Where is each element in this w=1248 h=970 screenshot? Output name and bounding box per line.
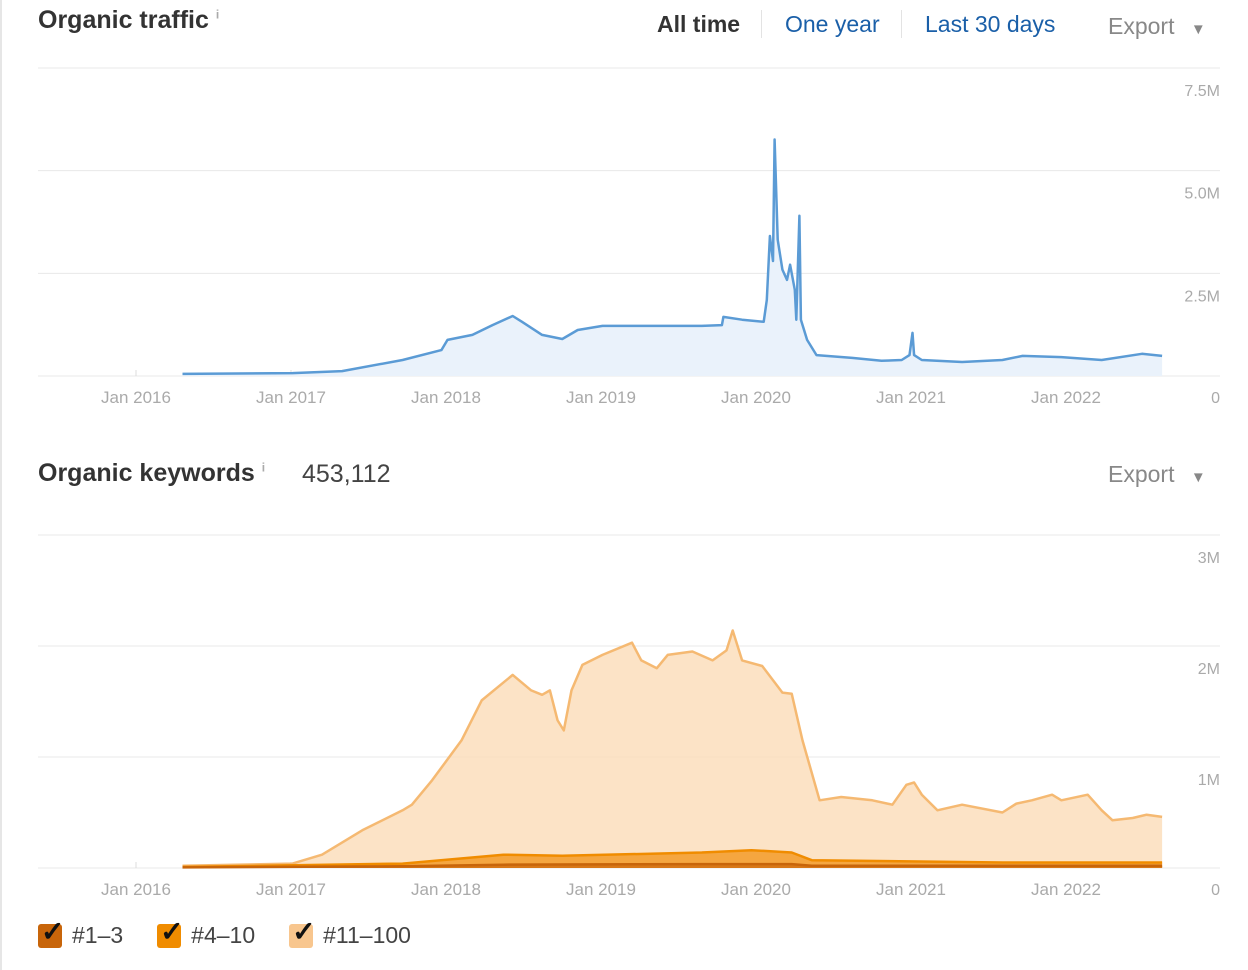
keywords-chart: 0 1M 2M 3M Jan 2016 Jan 2017 Jan 2018 Jan 2019 J…	[38, 534, 1220, 899]
y-tick-label: 0	[1211, 882, 1220, 899]
x-tick-label: Jan 2018	[411, 880, 481, 899]
legend-label: #11–100	[323, 922, 411, 948]
x-tick-label: Jan 2017	[256, 880, 326, 899]
y-tick-label: 1M	[1198, 772, 1220, 789]
legend-top-3[interactable]: #1–3	[38, 915, 124, 949]
legend-4-10[interactable]: #4–10	[157, 915, 256, 949]
legend-11-100[interactable]: #11–100	[289, 915, 411, 949]
series-area-0	[182, 630, 1163, 868]
legend-label: #4–10	[191, 922, 256, 948]
x-tick-label: Jan 2016	[101, 880, 171, 899]
checkbox-icon[interactable]	[289, 915, 316, 948]
x-tick-label: Jan 2022	[1031, 880, 1101, 899]
y-tick-label: 2M	[1198, 661, 1220, 678]
checkbox-icon[interactable]	[157, 915, 184, 948]
legend-label: #1–3	[72, 922, 124, 948]
x-tick-label: Jan 2021	[876, 880, 946, 899]
x-tick-label: Jan 2019	[566, 880, 636, 899]
keywords-legend: #1–3 #4–10 #11–100	[38, 915, 411, 949]
x-tick-label: Jan 2020	[721, 880, 791, 899]
y-tick-label: 3M	[1198, 550, 1220, 567]
checkbox-icon[interactable]	[38, 915, 64, 948]
